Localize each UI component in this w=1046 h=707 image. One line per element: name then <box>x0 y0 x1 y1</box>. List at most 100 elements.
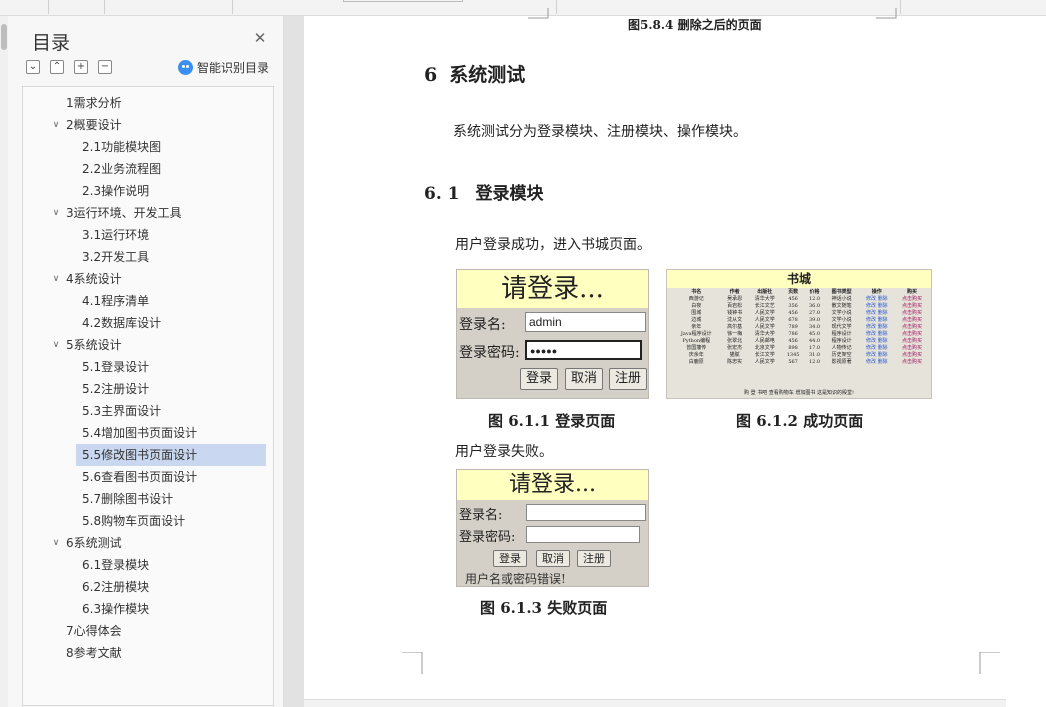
table-cell: 点击购买 <box>901 338 922 344</box>
table-cell: 高尔基 <box>727 324 743 330</box>
toc-item[interactable]: 5.6查看图书页面设计 <box>23 466 273 488</box>
toc-panel: 目录 ✕ ⌄ ⌃ + − 智能识别目录 1需求分析 ∨ 2概要设计 2.1功能模块图 2… <box>8 16 284 707</box>
toc-item[interactable]: 2.2业务流程图 <box>23 158 273 180</box>
ai-robot-icon <box>178 60 193 75</box>
table-cell: 点击购买 <box>901 359 922 365</box>
table-row: 边城 沈从文 人民文学 678 39.0 文学小说 修改 删除 点击购买 <box>671 317 929 324</box>
section-title: 系统测试 <box>449 64 526 86</box>
toc-item[interactable]: 5.3主界面设计 <box>23 400 273 422</box>
toc-scrollbar[interactable] <box>0 16 8 707</box>
table-cell: 34.0 <box>808 324 821 330</box>
toc-item[interactable]: ∨ 3运行环境、开发工具 <box>23 202 273 224</box>
toc-item-label: 4系统设计 <box>66 272 122 286</box>
ruler-tick <box>556 0 557 14</box>
section-number: 6 <box>424 64 438 86</box>
table-header-cell: 出版社 <box>757 289 773 295</box>
table-cell: 沈从文 <box>727 317 743 323</box>
toc-item[interactable]: ∨ 4系统设计 <box>23 268 273 290</box>
toc-item[interactable]: 7心得体会 <box>23 620 273 642</box>
table-cell: 456 <box>788 338 798 344</box>
close-icon[interactable]: ✕ <box>252 30 268 46</box>
table-cell: 点击购买 <box>901 317 922 323</box>
table-cell: 789 <box>788 324 798 330</box>
table-cell: 围城 <box>691 310 702 316</box>
table-cell: 点击购买 <box>901 324 922 330</box>
toc-item[interactable]: 4.1程序清单 <box>23 290 273 312</box>
login-page-figure: 请登录... 登录名: admin 登录密码: ●●●●● 登录 取消 注册 <box>456 269 649 399</box>
password-label: 登录密码: <box>459 530 516 545</box>
chevron-down-icon[interactable]: ∨ <box>51 334 61 356</box>
toc-item-label: 6系统测试 <box>66 536 122 550</box>
toc-item[interactable]: ∨ 6系统测试 <box>23 532 273 554</box>
toc-item-label: 6.1登录模块 <box>82 558 150 572</box>
toc-item[interactable]: 1需求分析 <box>23 92 273 114</box>
toc-item[interactable]: ∨ 5系统设计 <box>23 334 273 356</box>
figure-caption: 图 6.1.2 成功页面 <box>736 412 864 430</box>
table-cell: 庆余年 <box>688 352 704 358</box>
toc-item[interactable]: 3.1运行环境 <box>23 224 273 246</box>
remove-heading-icon[interactable]: − <box>98 60 112 74</box>
table-cell: 白夜 <box>691 303 702 309</box>
chevron-down-icon[interactable]: ∨ <box>51 268 61 290</box>
table-cell: 人民文学 <box>754 317 775 323</box>
collapse-icon[interactable]: ⌄ <box>26 60 40 74</box>
smart-toc-label: 智能识别目录 <box>197 61 270 75</box>
password-field: ●●●●● <box>525 340 642 360</box>
table-header-cell: 图书类型 <box>831 289 852 295</box>
smart-toc-button[interactable]: 智能识别目录 <box>178 59 269 76</box>
toc-item[interactable]: 5.5修改图书页面设计 <box>76 444 266 466</box>
password-field <box>526 526 640 543</box>
toc-item[interactable]: 8参考文献 <box>23 642 273 664</box>
toc-item[interactable]: 5.2注册设计 <box>23 378 273 400</box>
cancel-button: 取消 <box>536 550 570 567</box>
table-cell: 现代文学 <box>831 324 852 330</box>
table-cell: 人民文学 <box>754 359 775 365</box>
bookstore-footer: 购 登 书吧 查看购物车 增加图书 这是知识的殿堂! <box>744 390 854 396</box>
add-heading-icon[interactable]: + <box>74 60 88 74</box>
toc-item[interactable]: ∨ 2概要设计 <box>23 114 273 136</box>
table-row: Java程序设计 徐一梅 清华大学 786 45.0 程序设计 修改 删除 点击购买 <box>671 331 929 338</box>
table-cell: 修改 删除 <box>866 331 888 337</box>
toc-item[interactable]: 5.8购物车页面设计 <box>23 510 273 532</box>
table-header-cell: 操作 <box>871 289 882 295</box>
toc-item[interactable]: 6.2注册模块 <box>23 576 273 598</box>
toc-item[interactable]: 3.2开发工具 <box>23 246 273 268</box>
chevron-down-icon[interactable]: ∨ <box>51 202 61 224</box>
table-cell: 456 <box>788 310 798 316</box>
chevron-down-icon[interactable]: ∨ <box>51 114 61 136</box>
toc-item-label: 5.3主界面设计 <box>82 404 162 418</box>
table-cell: 清华大学 <box>754 331 775 337</box>
toc-scrollbar-thumb[interactable] <box>1 24 7 50</box>
toc-item-label: 3运行环境、开发工具 <box>66 206 182 220</box>
toc-item-label: 3.2开发工具 <box>82 250 150 264</box>
subsection-heading: 6. 1 登录模块 <box>424 179 544 204</box>
books-table: 书名 作者 出版社 页数 价格 图书类型 操作 购买 西游记 吴承恩 清华大学 456 12.0 神话小说… <box>671 289 929 366</box>
table-cell: 修改 删除 <box>866 303 888 309</box>
toc-item[interactable]: 5.1登录设计 <box>23 356 273 378</box>
toc-item[interactable]: 4.2数据库设计 <box>23 312 273 334</box>
expand-icon[interactable]: ⌃ <box>50 60 64 74</box>
toc-item[interactable]: 2.3操作说明 <box>23 180 273 202</box>
table-cell: 修改 删除 <box>866 338 888 344</box>
toc-item[interactable]: 2.1功能模块图 <box>23 136 273 158</box>
table-cell: 567 <box>788 359 798 365</box>
table-cell: 27.0 <box>808 310 821 316</box>
toc-item[interactable]: 6.1登录模块 <box>23 554 273 576</box>
ruler-tick <box>104 0 105 14</box>
success-paragraph: 用户登录成功，进入书城页面。 <box>455 237 651 253</box>
toc-item[interactable]: 5.7删除图书设计 <box>23 488 273 510</box>
ruler-tick <box>900 0 901 14</box>
bookstore-title: 书城 <box>667 270 931 288</box>
table-cell: 徐一梅 <box>727 331 743 337</box>
table-row: 亲年 高尔基 人民文学 789 34.0 现代文学 修改 删除 点击购买 <box>671 324 929 331</box>
toc-toolbar: ⌄ ⌃ + − <box>26 60 112 74</box>
toc-item-label: 6.3操作模块 <box>82 602 150 616</box>
toc-item[interactable]: 5.4增加图书页面设计 <box>23 422 273 444</box>
horizontal-scrollbar[interactable] <box>304 699 1006 707</box>
chevron-down-icon[interactable]: ∨ <box>51 532 61 554</box>
toc-item[interactable]: 6.3操作模块 <box>23 598 273 620</box>
toc-item-label: 8参考文献 <box>66 646 122 660</box>
subsection-title: 登录模块 <box>475 184 544 204</box>
table-header-cell: 价格 <box>809 289 820 295</box>
register-button: 注册 <box>577 550 611 567</box>
